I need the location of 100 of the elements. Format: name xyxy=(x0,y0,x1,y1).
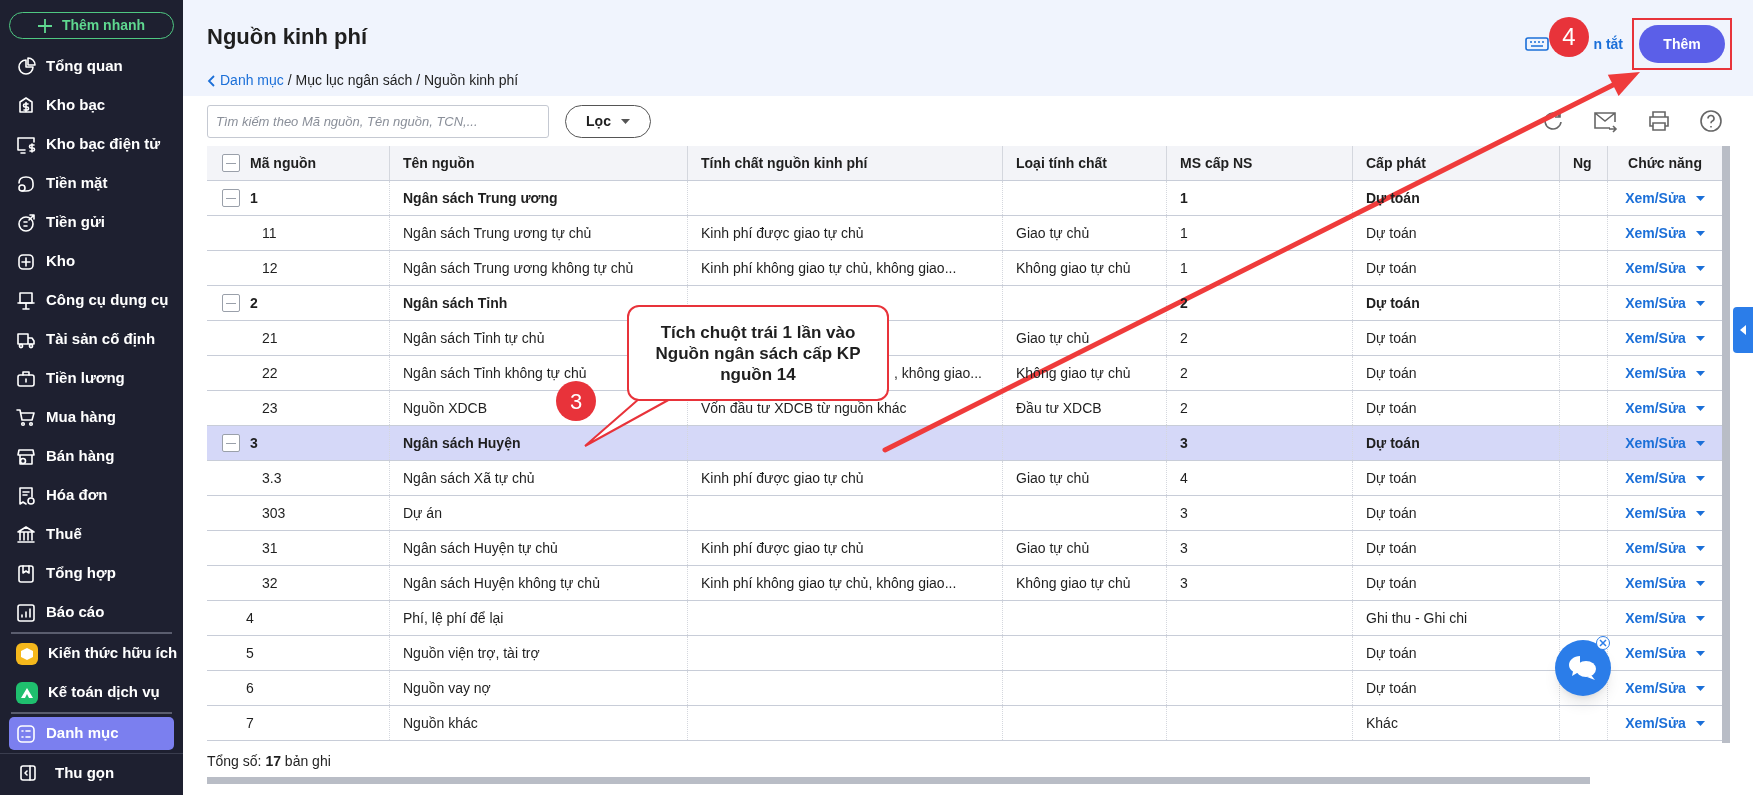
caret-down-icon[interactable] xyxy=(1695,300,1705,306)
column-header[interactable]: Chức năng xyxy=(1628,152,1702,174)
keyboard-icon[interactable] xyxy=(1525,37,1550,51)
view-edit-link[interactable]: Xem/Sửa xyxy=(1625,712,1686,734)
sidebar-item[interactable]: Tổng hợp xyxy=(9,554,174,593)
collapse-toggle[interactable] xyxy=(222,189,240,207)
caret-down-icon[interactable] xyxy=(1695,195,1705,201)
view-edit-link[interactable]: Xem/Sửa xyxy=(1625,677,1686,699)
select-all-checkbox[interactable] xyxy=(222,154,240,172)
column-header[interactable]: Mã nguồn xyxy=(250,152,317,174)
chat-icon xyxy=(1567,654,1599,682)
table-row[interactable]: 12 Ngân sách Trung ương không tự chủ Kinh phí không giao tự chủ, không giao... Không giao tự chủ 1 Dự toán Xem/Sửa xyxy=(207,251,1722,286)
sidebar-item[interactable]: Bán hàng xyxy=(9,437,174,476)
sidebar-item[interactable]: Kho bạc điện tử xyxy=(9,125,174,164)
caret-down-icon[interactable] xyxy=(1695,685,1705,691)
column-header[interactable]: Ng xyxy=(1573,152,1592,174)
vertical-scrollbar[interactable] xyxy=(1722,146,1730,743)
refresh-icon[interactable] xyxy=(1541,109,1565,133)
view-edit-link[interactable]: Xem/Sửa xyxy=(1625,502,1686,524)
caret-down-icon[interactable] xyxy=(1695,475,1705,481)
table-cell-text: Dự toán xyxy=(1366,258,1417,278)
table-row[interactable]: 4 Phí, lệ phí để lại Ghi thu - Ghi chi Xem/Sửa xyxy=(207,601,1722,636)
view-edit-link[interactable]: Xem/Sửa xyxy=(1625,222,1686,244)
collapse-toggle[interactable] xyxy=(222,294,240,312)
document-icon xyxy=(16,563,36,584)
caret-down-icon[interactable] xyxy=(1695,650,1705,656)
table-cell-text: Kinh phí không giao tự chủ, không giao... xyxy=(701,258,957,278)
caret-down-icon[interactable] xyxy=(1695,510,1705,516)
table-row[interactable]: 6 Nguồn vay nợ Dự toán Xem/Sửa xyxy=(207,671,1722,706)
table-row[interactable]: 1 Ngân sách Trung ương 1 Dự toán Xem/Sửa xyxy=(207,181,1722,216)
sidebar-item[interactable]: Hóa đơn xyxy=(9,476,174,515)
mail-forward-icon[interactable] xyxy=(1593,109,1619,133)
view-edit-link[interactable]: Xem/Sửa xyxy=(1625,257,1686,279)
shop-icon xyxy=(16,446,36,467)
caret-down-icon[interactable] xyxy=(1695,265,1705,271)
checklist-icon xyxy=(16,723,36,744)
table-row[interactable]: 3 Ngân sách Huyện 3 Dự toán Xem/Sửa xyxy=(207,426,1722,461)
view-edit-link[interactable]: Xem/Sửa xyxy=(1625,572,1686,594)
table-row[interactable]: 303 Dự án 3 Dự toán Xem/Sửa xyxy=(207,496,1722,531)
breadcrumb-link[interactable]: Danh mục xyxy=(207,70,284,91)
sidebar-item[interactable]: Kho xyxy=(9,242,174,281)
view-edit-link[interactable]: Xem/Sửa xyxy=(1625,292,1686,314)
column-header[interactable]: MS cấp NS xyxy=(1180,152,1253,174)
table-cell-text: Dự toán xyxy=(1366,188,1420,208)
collapse-toggle[interactable] xyxy=(222,434,240,452)
page-title: Nguồn kinh phí xyxy=(207,23,368,51)
view-edit-link[interactable]: Xem/Sửa xyxy=(1625,467,1686,489)
caret-down-icon[interactable] xyxy=(1695,405,1705,411)
view-edit-link[interactable]: Xem/Sửa xyxy=(1625,607,1686,629)
view-edit-link[interactable]: Xem/Sửa xyxy=(1625,187,1686,209)
caret-down-icon[interactable] xyxy=(1695,335,1705,341)
table-row[interactable]: 32 Ngân sách Huyện không tự chủ Kinh phí không giao tự chủ, không giao... Không giao tự chủ 3 Dự toán Xem/Sửa xyxy=(207,566,1722,601)
table-row[interactable]: 31 Ngân sách Huyện tự chủ Kinh phí được giao tự chủ Giao tự chủ 3 Dự toán Xem/Sửa xyxy=(207,531,1722,566)
caret-down-icon[interactable] xyxy=(1695,615,1705,621)
table-cell-text: Ngân sách Trung ương tự chủ xyxy=(403,223,592,243)
caret-down-icon[interactable] xyxy=(1695,230,1705,236)
sidebar-item[interactable]: Tổng quan xyxy=(9,47,174,86)
table-cell-text: 21 xyxy=(262,328,278,348)
view-edit-link[interactable]: Xem/Sửa xyxy=(1625,642,1686,664)
column-header[interactable]: Cấp phát xyxy=(1366,152,1426,174)
shortcut-link[interactable]: n tắt xyxy=(1593,33,1623,55)
sidebar-item[interactable]: Tiền mặt xyxy=(9,164,174,203)
caret-down-icon[interactable] xyxy=(1695,440,1705,446)
sidebar-item[interactable]: Kế toán dịch vụ xyxy=(9,673,174,712)
sidebar-item[interactable]: Thuế xyxy=(9,515,174,554)
caret-down-icon[interactable] xyxy=(1695,545,1705,551)
table-row[interactable]: 5 Nguồn viện trợ, tài trợ Dự toán Xem/Sửa xyxy=(207,636,1722,671)
table-cell-text: Dự toán xyxy=(1366,363,1417,383)
sidebar-item[interactable]: Mua hàng xyxy=(9,398,174,437)
column-header[interactable]: Tính chất nguồn kinh phí xyxy=(701,152,868,174)
table-row[interactable]: 7 Nguồn khác Khác Xem/Sửa xyxy=(207,706,1722,741)
collapse-button[interactable]: Thu gọn xyxy=(9,754,174,792)
view-edit-link[interactable]: Xem/Sửa xyxy=(1625,327,1686,349)
horizontal-scrollbar[interactable] xyxy=(207,777,1590,784)
caret-down-icon[interactable] xyxy=(1695,580,1705,586)
view-edit-link[interactable]: Xem/Sửa xyxy=(1625,537,1686,559)
caret-down-icon[interactable] xyxy=(1695,370,1705,376)
caret-down-icon[interactable] xyxy=(1695,720,1705,726)
print-icon[interactable] xyxy=(1647,109,1671,133)
table-cell-text: Ngân sách Tỉnh không tự chủ xyxy=(403,363,587,383)
sidebar-item[interactable]: Tài sản cố định xyxy=(9,320,174,359)
side-panel-toggle[interactable] xyxy=(1733,307,1753,353)
view-edit-link[interactable]: Xem/Sửa xyxy=(1625,397,1686,419)
table-row[interactable]: 3.3 Ngân sách Xã tự chủ Kinh phí được giao tự chủ Giao tự chủ 4 Dự toán Xem/Sửa xyxy=(207,461,1722,496)
sidebar-item[interactable]: Tiền lương xyxy=(9,359,174,398)
table-row[interactable]: 11 Ngân sách Trung ương tự chủ Kinh phí được giao tự chủ Giao tự chủ 1 Dự toán Xem/Sửa xyxy=(207,216,1722,251)
table-cell-text: Nguồn viện trợ, tài trợ xyxy=(403,643,540,663)
view-edit-link[interactable]: Xem/Sửa xyxy=(1625,362,1686,384)
column-header[interactable]: Loại tính chất xyxy=(1016,152,1107,174)
help-icon[interactable] xyxy=(1699,109,1723,133)
sidebar-item[interactable]: Báo cáo xyxy=(9,593,174,632)
sidebar-item[interactable]: Công cụ dụng cụ xyxy=(9,281,174,320)
search-field[interactable]: Tìm kiếm theo Mã nguồn, Tên nguồn, TCN,... xyxy=(207,104,549,138)
table-cell-text: Dự toán xyxy=(1366,293,1420,313)
sidebar-item[interactable]: Kho bạc xyxy=(9,86,174,125)
sidebar-item[interactable]: Tiền gửi xyxy=(9,203,174,242)
column-header[interactable]: Tên nguồn xyxy=(403,152,475,174)
table-cell-text: 4 xyxy=(1180,468,1188,488)
add-button[interactable]: Thêm xyxy=(1639,25,1725,63)
table-cell-text: Dự toán xyxy=(1366,398,1417,418)
